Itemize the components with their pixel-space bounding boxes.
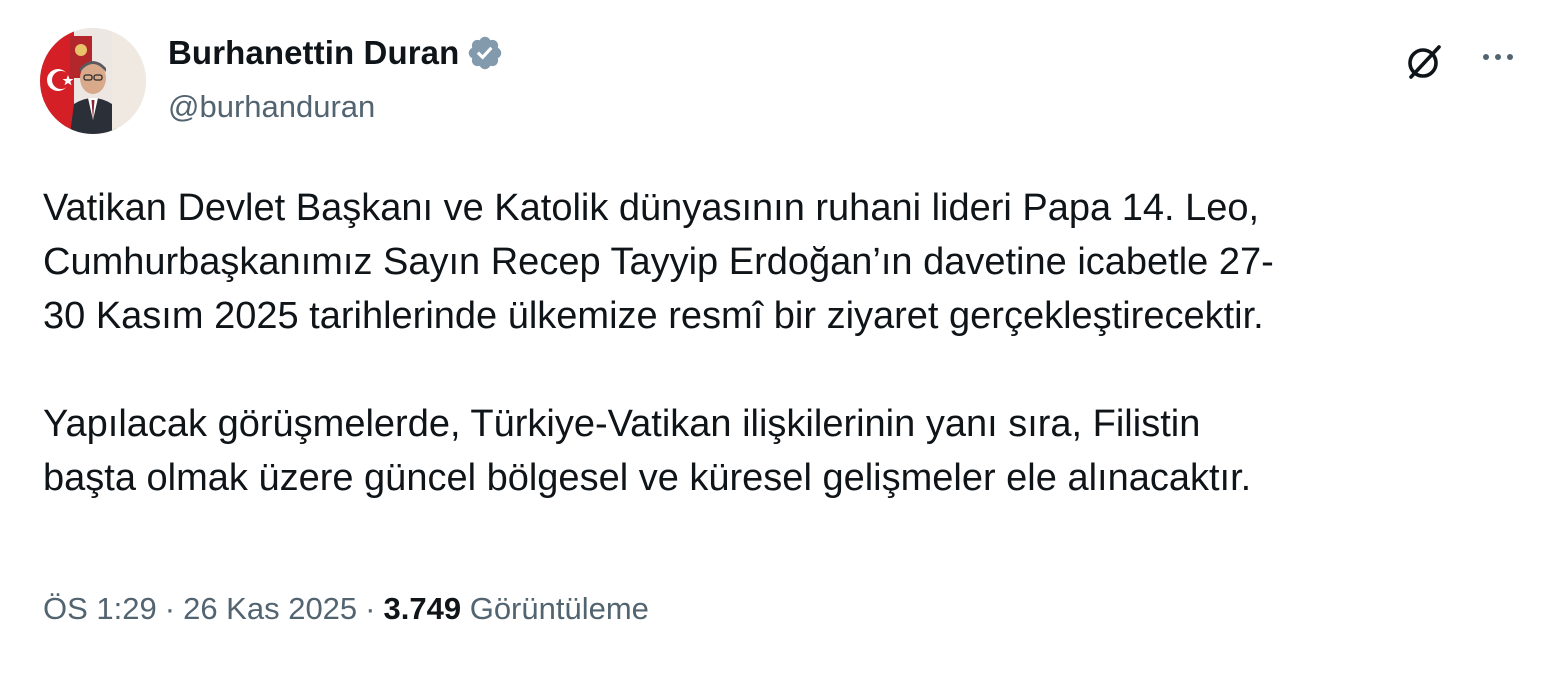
tweet-line: Vatikan Devlet Başkanı ve Katolik dünyas… xyxy=(43,187,1260,229)
tweet-line: Yapılacak görüşmelerde, Türkiye-Vatikan … xyxy=(43,403,1201,445)
grok-icon[interactable] xyxy=(1402,40,1446,84)
tweet-line: Cumhurbaşkanımız Sayın Recep Tayyip Erdo… xyxy=(43,241,1274,283)
verified-badge-icon[interactable] xyxy=(466,34,504,72)
avatar-image xyxy=(40,28,146,134)
meta-separator: · xyxy=(164,591,176,626)
author-display-name[interactable]: Burhanettin Duran xyxy=(168,34,459,72)
views-label: Görüntüleme xyxy=(469,591,649,626)
author-name-row: Burhanettin Duran xyxy=(168,34,504,72)
tweet-line: başta olmak üzere güncel bölgesel ve kür… xyxy=(43,457,1252,499)
meta-separator: · xyxy=(365,591,376,626)
tweet-line: 30 Kasım 2025 tarihlerinde ülkemize resm… xyxy=(43,295,1264,337)
author-handle[interactable]: @burhanduran xyxy=(168,89,375,125)
tweet-text: Vatikan Devlet Başkanı ve Katolik dünyas… xyxy=(43,181,1533,505)
tweet-meta: ÖS 1:29 · 26 Kas 2025 · 3.749 Görüntüleme xyxy=(43,591,649,627)
more-options-icon[interactable] xyxy=(1478,42,1518,72)
views-count: 3.749 xyxy=(383,591,462,626)
tweet-date[interactable]: 26 Kas 2025 xyxy=(183,591,357,626)
tweet-card: Burhanettin Duran @burhanduran Vatikan D… xyxy=(0,0,1556,675)
tweet-time[interactable]: ÖS 1:29 xyxy=(43,591,157,626)
avatar[interactable] xyxy=(40,28,146,134)
